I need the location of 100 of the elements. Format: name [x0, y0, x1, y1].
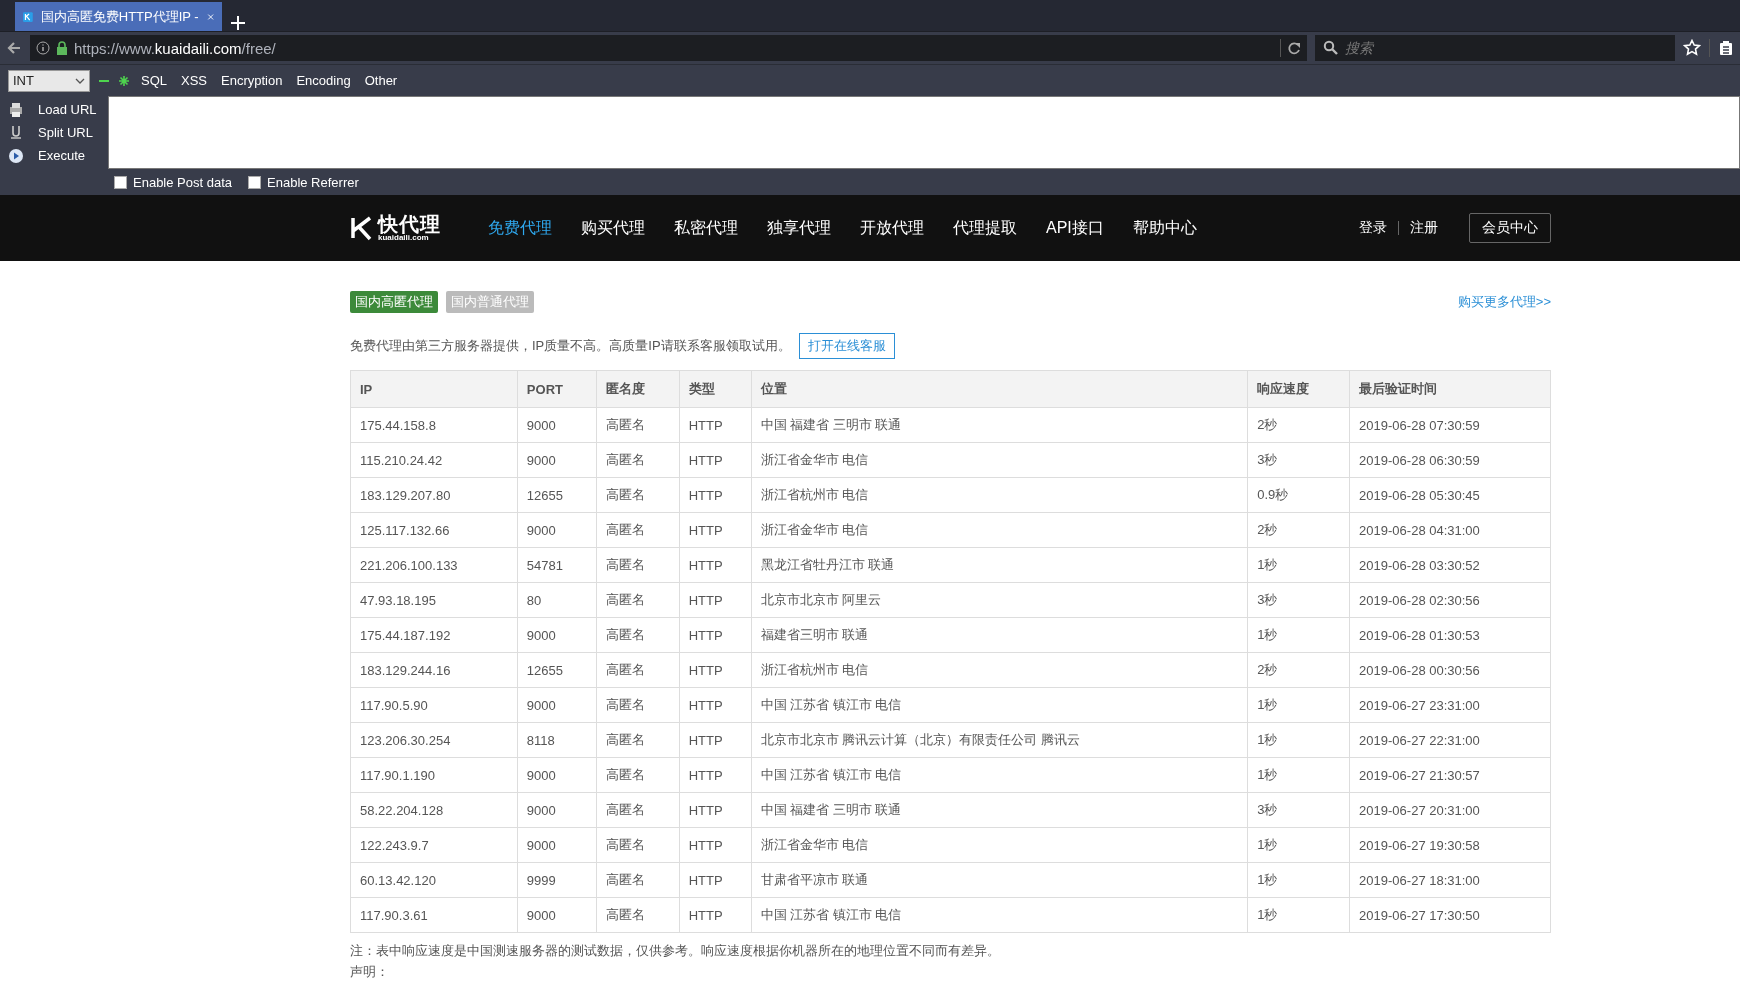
table-cell: 9000: [517, 792, 597, 828]
footnote-text: 注：表中响应速度是中国测速服务器的测试数据，仅供参考。响应速度根据你机器所在的地理位置不同而有差异。: [350, 943, 1001, 959]
split-icon: [8, 124, 24, 141]
nav-link[interactable]: 免费代理: [488, 217, 552, 239]
table-cell: 58.22.204.128: [350, 792, 518, 828]
nav-link[interactable]: 独享代理: [767, 217, 831, 239]
address-bar[interactable]: https://www.kuaidaili.com/free/: [30, 35, 1307, 61]
table-cell: 高匿名: [596, 512, 680, 548]
table-cell: 浙江省金华市 电信: [751, 442, 1248, 478]
table-cell: 9000: [517, 617, 597, 653]
table-cell: 高匿名: [596, 407, 680, 443]
logo-mark-icon: [350, 215, 374, 241]
caret-icon: [75, 77, 85, 84]
browser-tab[interactable]: 国内高匿免费HTTP代理IP -: [15, 2, 222, 31]
table-cell: 2019-06-28 02:30:56: [1349, 582, 1551, 618]
nav-link[interactable]: API接口: [1046, 217, 1104, 239]
hackbar-action[interactable]: Split URL: [38, 125, 93, 140]
nav-link[interactable]: 购买代理: [581, 217, 645, 239]
notice-text: 免费代理由第三方服务器提供，IP质量不高。高质量IP请联系客服领取试用。: [350, 337, 791, 355]
type-select[interactable]: INT: [8, 69, 90, 92]
table-cell: 黑龙江省牡丹江市 联通: [751, 547, 1248, 583]
table-cell: 12655: [517, 652, 597, 688]
table-cell: 中国 江苏省 镇江市 电信: [751, 687, 1248, 723]
column-header: 位置: [751, 370, 1248, 408]
table-cell: 高匿名: [596, 477, 680, 513]
statement-heading: 声明：: [350, 964, 390, 979]
table-cell: HTTP: [679, 827, 752, 863]
table-cell: 9000: [517, 757, 597, 793]
hackbar-menu[interactable]: Other: [361, 73, 401, 88]
table-cell: HTTP: [679, 792, 752, 828]
table-cell: 2019-06-28 00:30:56: [1349, 652, 1551, 688]
checkbox[interactable]: [114, 175, 127, 189]
table-cell: HTTP: [679, 687, 752, 723]
table-cell: 高匿名: [596, 862, 680, 898]
table-cell: HTTP: [679, 582, 752, 618]
table-cell: 中国 福建省 三明市 联通: [751, 792, 1248, 828]
table-cell: 2秒: [1247, 652, 1350, 688]
table-cell: 2019-06-27 23:31:00: [1349, 687, 1551, 723]
table-cell: 117.90.3.61: [350, 897, 518, 933]
member-center-button[interactable]: 会员中心: [1469, 213, 1551, 243]
nav-link[interactable]: 代理提取: [953, 217, 1017, 239]
table-cell: 54781: [517, 547, 597, 583]
asterisk-icon: [118, 74, 130, 87]
hackbar-action[interactable]: Execute: [38, 148, 85, 163]
hackbar-menu[interactable]: XSS: [178, 73, 211, 88]
login-link[interactable]: 登录: [1359, 219, 1387, 237]
table-cell: 高匿名: [596, 652, 680, 688]
table-cell: 9999: [517, 862, 597, 898]
table-cell: 中国 福建省 三明市 联通: [751, 407, 1248, 443]
star-icon: [1683, 39, 1701, 57]
table-cell: 高匿名: [596, 827, 680, 863]
table-cell: HTTP: [679, 442, 752, 478]
request-text-area[interactable]: [108, 96, 1740, 169]
table-cell: 浙江省金华市 电信: [751, 827, 1248, 863]
hackbar-action[interactable]: Load URL: [38, 102, 97, 117]
table-cell: 2019-06-28 04:31:00: [1349, 512, 1551, 548]
table-cell: 0.9秒: [1247, 477, 1350, 513]
table-cell: HTTP: [679, 897, 752, 933]
table-cell: 183.129.207.80: [350, 477, 518, 513]
checkbox[interactable]: [248, 175, 262, 189]
table-cell: 中国 江苏省 镇江市 电信: [751, 897, 1248, 933]
back-arrow-icon: [6, 40, 22, 56]
table-cell: 9000: [517, 442, 597, 478]
table-cell: 高匿名: [596, 757, 680, 793]
table-cell: 2019-06-27 21:30:57: [1349, 757, 1551, 793]
table-cell: 47.93.18.195: [350, 582, 518, 618]
table-cell: 1秒: [1247, 547, 1350, 583]
online-service-button[interactable]: 打开在线客服: [798, 333, 895, 359]
table-cell: 117.90.1.190: [350, 757, 518, 793]
checkbox-label: Enable Referrer: [267, 174, 359, 190]
table-cell: 高匿名: [596, 582, 680, 618]
nav-link[interactable]: 私密代理: [674, 217, 738, 239]
table-cell: 甘肃省平凉市 联通: [751, 862, 1248, 898]
table-cell: 175.44.187.192: [350, 617, 518, 653]
table-cell: 浙江省杭州市 电信: [751, 652, 1248, 688]
hackbar-menu[interactable]: SQL: [138, 73, 170, 88]
column-header: PORT: [517, 370, 597, 408]
play-icon: [8, 147, 24, 164]
nav-link[interactable]: 帮助中心: [1132, 217, 1197, 239]
table-cell: 2019-06-27 18:31:00: [1349, 862, 1551, 898]
column-header: 类型: [679, 370, 752, 408]
buy-more-link[interactable]: 购买更多代理>>: [1457, 293, 1551, 311]
table-cell: 高匿名: [596, 722, 680, 758]
register-link[interactable]: 注册: [1410, 219, 1438, 237]
table-cell: 1秒: [1247, 897, 1350, 933]
hackbar-menu[interactable]: Encoding: [293, 73, 354, 88]
table-cell: HTTP: [679, 757, 752, 793]
hackbar-menu[interactable]: Encryption: [218, 73, 286, 88]
table-cell: 2019-06-28 07:30:59: [1349, 407, 1551, 443]
table-cell: HTTP: [679, 617, 752, 653]
category-tab[interactable]: 国内高匿代理: [350, 291, 438, 313]
table-cell: HTTP: [679, 862, 752, 898]
search-field[interactable]: 搜索: [1315, 35, 1675, 61]
table-cell: HTTP: [679, 547, 752, 583]
table-cell: HTTP: [679, 652, 752, 688]
table-cell: 2019-06-27 19:30:58: [1349, 827, 1551, 863]
table-cell: 福建省三明市 联通: [751, 617, 1248, 653]
nav-link[interactable]: 开放代理: [860, 217, 924, 239]
logo-subtitle: kuaidaili.com: [378, 234, 429, 242]
table-cell: 浙江省金华市 电信: [751, 512, 1248, 548]
